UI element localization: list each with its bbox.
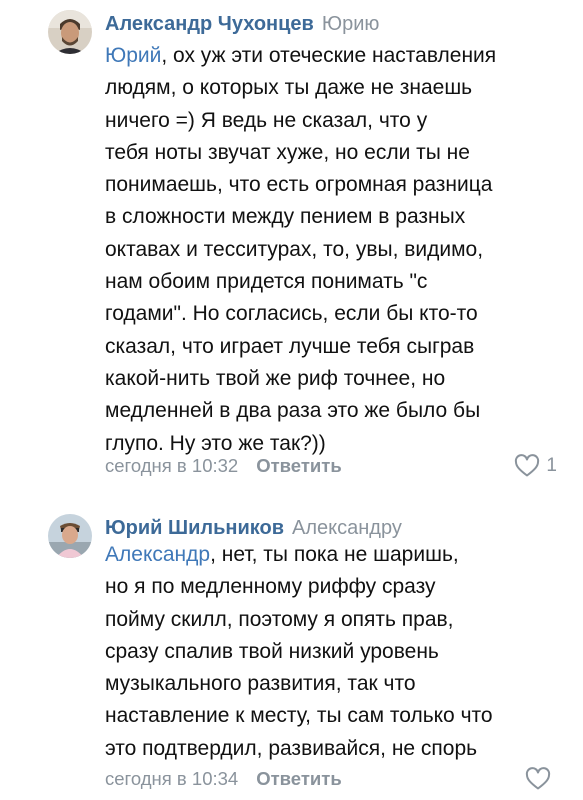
comment-line: Юрий, ох уж эти отеческие наставления	[105, 44, 497, 67]
comment-footer: сегодня в 10:32 Ответить 1	[105, 453, 565, 479]
reply-button[interactable]: Ответить	[256, 768, 342, 789]
like-button[interactable]	[525, 766, 557, 792]
comment-line: медленней в два раза это же было бы	[105, 399, 481, 423]
like-button[interactable]: 1	[514, 453, 557, 479]
comment-line: ничего =) Я ведь не сказал, что у	[105, 108, 428, 132]
mention-link[interactable]: Юрий	[105, 44, 161, 67]
comment-line: нам обоим придется понимать "с	[105, 270, 428, 294]
comment-line: но я по медленному риффу сразу	[105, 575, 436, 599]
avatar[interactable]	[48, 514, 92, 558]
comment-line: октавах и тесситурах, то, увы, видимо,	[105, 237, 484, 261]
comment-line: людям, о которых ты даже не знаешь	[105, 76, 473, 100]
comment-line: это подтвердил, развивайся, не спорь	[105, 736, 478, 760]
timestamp[interactable]: сегодня в 10:34	[105, 768, 238, 789]
timestamp[interactable]: сегодня в 10:32	[105, 455, 238, 476]
heart-outline-icon	[515, 454, 540, 477]
comment-text: Александр, нет, ты пока не шаришь, но я …	[105, 539, 565, 765]
comment-header: Александр Чухонцев Юрию	[105, 10, 379, 38]
comment-line: понимаешь, что есть огромная разница	[105, 173, 493, 197]
comment-header: Юрий Шильников Александру	[105, 514, 402, 542]
author-name[interactable]: Александр Чухонцев	[105, 13, 314, 35]
comment-line: сказал, что играет лучше тебя сыграв	[105, 334, 475, 358]
comment-line: какой-нить твой же риф точнее, но	[105, 366, 446, 390]
author-name[interactable]: Юрий Шильников	[105, 517, 284, 539]
avatar[interactable]	[48, 10, 92, 54]
reply-to-name[interactable]: Юрию	[322, 13, 380, 35]
reply-to-name[interactable]: Александру	[292, 517, 402, 539]
comment-line: музыкального развития, так что	[105, 672, 416, 696]
comment-line: наставление к месту, ты сам только что	[105, 704, 493, 728]
like-count: 1	[546, 455, 557, 476]
comment-text: Юрий, ох уж эти отеческие наставления лю…	[105, 40, 565, 460]
comment-line: тебя ноты звучат хуже, но если ты не	[105, 140, 470, 164]
comment-line: в сложности между пением в разных	[105, 205, 466, 229]
comment-line: сразу спалив твой низкий уровень	[105, 639, 439, 663]
comment-footer: сегодня в 10:34 Ответить	[105, 766, 565, 792]
comment-line: годами". Но согласись, если бы кто-то	[105, 302, 478, 326]
mention-link[interactable]: Александр	[105, 543, 210, 566]
comment-line: пойму скилл, поэтому я опять прав,	[105, 607, 454, 631]
heart-outline-icon	[525, 767, 551, 790]
comment-line: Александр, нет, ты пока не шаришь,	[105, 543, 459, 566]
reply-button[interactable]: Ответить	[256, 455, 342, 476]
